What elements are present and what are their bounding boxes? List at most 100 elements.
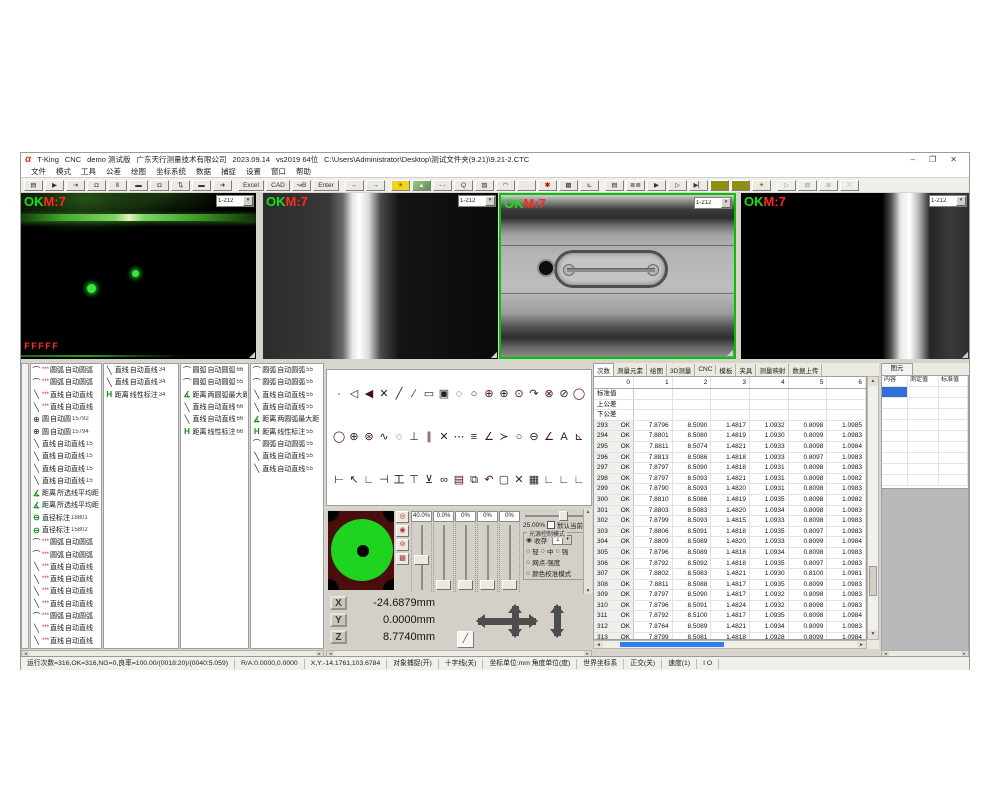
feature-row[interactable]: ⌒***圆弧自动圆弧 [31, 376, 101, 388]
chevron-down-icon[interactable]: ▾ [485, 196, 495, 206]
tool-icon[interactable]: ⊕ [482, 388, 496, 401]
tool-icon[interactable]: ◌ [392, 431, 406, 444]
tool-icon[interactable]: ⊕ [347, 431, 361, 444]
radio-option[interactable]: ○强 [555, 546, 568, 556]
toolbar-image-button[interactable]: ▲ [412, 180, 431, 191]
result-row[interactable]: 313OK7.87998.50811.48181.09280.80991.098… [594, 633, 866, 640]
toolbar-save-run-button[interactable]: ▤ [605, 180, 624, 191]
slider-thumb[interactable] [559, 511, 568, 521]
feature-row[interactable]: ╲***直线自动直线 [31, 585, 101, 597]
tool-icon[interactable]: ↷ [527, 388, 541, 401]
results-table[interactable]: 0123456标准值上公差下公差293OK7.87968.50901.48171… [593, 376, 867, 640]
close-button[interactable]: ✕ [950, 155, 957, 164]
feature-row[interactable]: H距离线性标注66 [181, 425, 248, 437]
tool-icon[interactable]: ⊛ [362, 431, 376, 444]
tool-icon[interactable]: ⧉ [467, 474, 481, 487]
tool-icon[interactable]: ⊘ [557, 388, 571, 401]
camera1-selector[interactable]: 1-212▾ [216, 195, 254, 207]
toolbar-pause-button[interactable]: ▮▮ [731, 180, 750, 191]
toolbar-beam-button[interactable]: Ⅱ [108, 180, 127, 191]
tool-icon[interactable]: ∿ [377, 431, 391, 444]
tool-icon[interactable]: ⊢ [332, 474, 346, 487]
camera-view-1[interactable]: FFFFF OKM:7 1-212▾ ◢ [21, 193, 256, 359]
result-row[interactable]: 293OK7.87968.50901.48171.09320.80981.098… [594, 421, 866, 432]
menu-公差[interactable]: 公差 [106, 166, 121, 177]
feature-row[interactable]: ╲直线自动直线15 [31, 438, 101, 450]
tool-icon[interactable]: ⊕ [497, 388, 511, 401]
tool-icon[interactable]: ◌ [452, 388, 466, 401]
tool-icon[interactable]: ∞ [437, 474, 451, 487]
tool-icon[interactable]: ⋯ [452, 431, 466, 444]
detail-selected-row[interactable] [882, 387, 968, 398]
radio-option[interactable]: ○网点-强度 [526, 557, 560, 567]
feature-row[interactable]: ╲直线自动直线15 [31, 462, 101, 474]
tool-icon[interactable]: ◯ [332, 431, 346, 444]
tool-icon[interactable]: ⊾ [572, 431, 586, 444]
camera4-selector[interactable]: 1-212▾ [929, 195, 967, 207]
result-row[interactable]: 301OK7.88038.50831.48201.09340.80981.098… [594, 506, 866, 517]
toolbar-stage-2-button[interactable]: ▬ [192, 180, 211, 191]
result-row[interactable]: 311OK7.87928.51001.48171.09350.80981.098… [594, 611, 866, 622]
slider-thumb[interactable] [414, 555, 429, 565]
tool-icon[interactable]: ∠ [482, 431, 496, 444]
toolbar-blank-button[interactable] [517, 180, 536, 191]
tool-icon[interactable]: ∟ [557, 474, 571, 487]
toolbar-light-button[interactable]: ☀ [391, 180, 410, 191]
scroll-up-icon[interactable]: ▲ [584, 509, 592, 515]
tool-icon[interactable]: ⊻ [422, 474, 436, 487]
channel-slider[interactable]: 40.0% [411, 511, 432, 592]
toolbar-lasso-button[interactable]: ◠ [496, 180, 515, 191]
light-segment-button[interactable]: ◉ [396, 525, 409, 537]
tool-icon[interactable]: ▭ [422, 388, 436, 401]
menu-绘图[interactable]: 绘图 [131, 166, 146, 177]
camera2-selector[interactable]: 1-212▾ [458, 195, 496, 207]
result-row[interactable]: 297OK7.87978.50901.48181.09310.80981.098… [594, 463, 866, 474]
radio-option[interactable]: ○轻 [526, 546, 539, 556]
feature-row[interactable]: ╲***直线自动直线 [31, 635, 101, 647]
tool-icon[interactable]: ▤ [452, 474, 466, 487]
feature-row[interactable]: ╲***直线自动直线 [31, 598, 101, 610]
feature-row[interactable]: ⌒***圆弧自动圆弧 [31, 536, 101, 548]
menu-模式[interactable]: 模式 [56, 166, 71, 177]
feature-row[interactable]: ╲直线自动直线15 [31, 475, 101, 487]
chevron-down-icon[interactable]: ▾ [721, 198, 731, 208]
toolbar-play-2-button[interactable]: ▷ [777, 180, 796, 191]
result-row[interactable]: 303OK7.88068.50911.48181.09350.80971.098… [594, 527, 866, 538]
spec-row[interactable]: 上公差 [594, 400, 866, 411]
tool-icon[interactable]: ⊗ [542, 388, 556, 401]
result-row[interactable]: 304OK7.88098.50891.48201.09330.80991.098… [594, 537, 866, 548]
feature-row[interactable]: ╲***直线自动直线 [31, 622, 101, 634]
minimize-button[interactable]: – [911, 155, 915, 164]
results-horizontal-scrollbar[interactable]: ◄ ► [593, 640, 867, 649]
tool-icon[interactable]: ⊤ [407, 474, 421, 487]
result-row[interactable]: 310OK7.87968.50911.48241.09320.80981.098… [594, 601, 866, 612]
tool-icon[interactable]: · [332, 388, 346, 401]
tool-icon[interactable]: ⊖ [527, 431, 541, 444]
toolbar-hatch-button[interactable]: ▨ [475, 180, 494, 191]
toolbar-export-cad-button[interactable]: CAD [266, 180, 290, 191]
toolbar-tools-button[interactable]: ✦ [752, 180, 771, 191]
tool-icon[interactable]: ∕ [407, 388, 421, 401]
spec-row[interactable]: 标准值 [594, 389, 866, 400]
feature-row[interactable]: ⌒***圆弧自动圆弧 [31, 610, 101, 622]
camera-view-2[interactable]: OKM:7 1-212▾ ◢ [263, 193, 498, 359]
tool-icon[interactable]: ○ [467, 388, 481, 401]
resize-grip-icon[interactable]: ◢ [727, 348, 733, 357]
feature-row[interactable]: ∡距离所选线平均距 [31, 499, 101, 511]
tab-数据上传[interactable]: 数据上传 [789, 364, 822, 376]
tool-icon[interactable]: ✕ [437, 431, 451, 444]
ring-light-preview[interactable] [328, 511, 394, 590]
toolbar-goto-button[interactable]: ➜ [213, 180, 232, 191]
toolbar-stop-button[interactable]: ■ [710, 180, 729, 191]
default-mode-checkbox[interactable] [547, 521, 555, 529]
tab-模板[interactable]: 模板 [716, 364, 736, 376]
result-row[interactable]: 307OK7.88028.50831.48211.09300.81001.098… [594, 569, 866, 580]
chevron-down-icon[interactable]: ▾ [243, 196, 253, 206]
slider-thumb[interactable] [480, 580, 495, 590]
tool-icon[interactable]: ⊥ [407, 431, 421, 444]
resize-grip-icon[interactable]: ◢ [491, 350, 497, 359]
tool-icon[interactable]: ○ [512, 431, 526, 444]
slider-thumb[interactable] [502, 580, 517, 590]
menu-坐标系统[interactable]: 坐标系统 [156, 166, 186, 177]
tab-测量映射[interactable]: 测量映射 [756, 364, 789, 376]
